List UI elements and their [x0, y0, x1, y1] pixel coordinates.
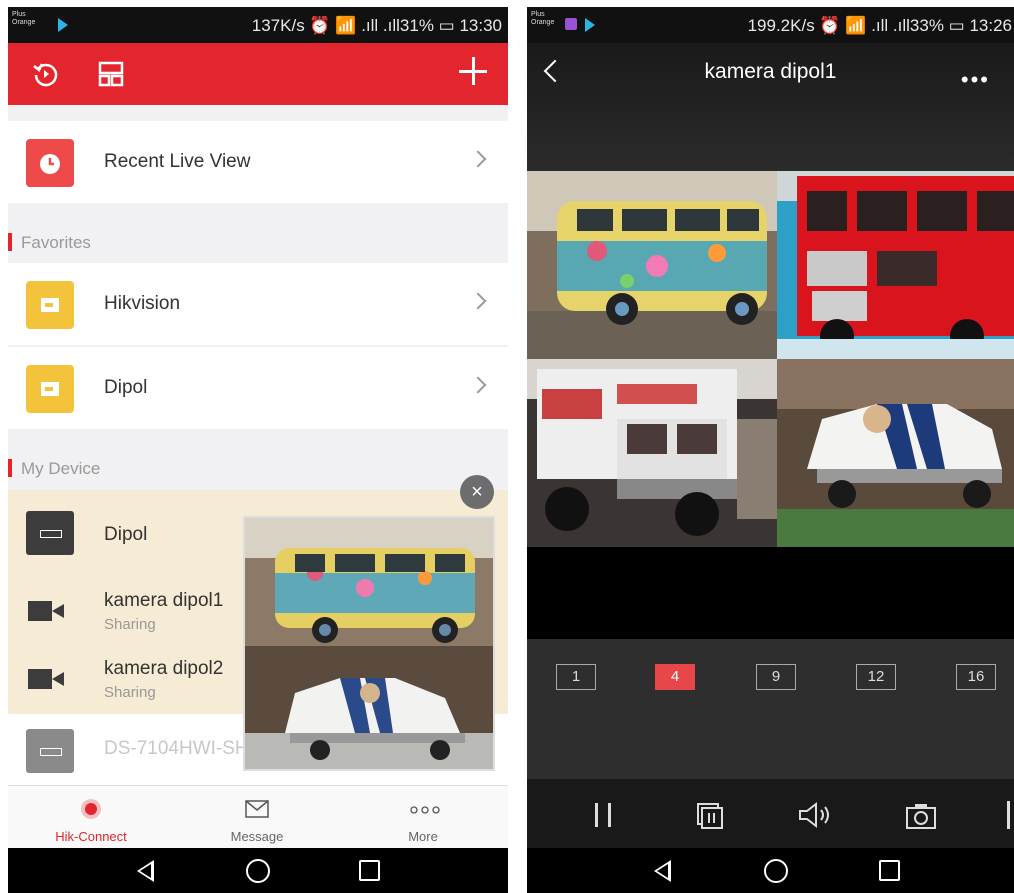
sound-icon[interactable] [797, 801, 833, 829]
video-grid [527, 171, 1014, 547]
carrier-line1: Plus [531, 11, 545, 18]
camera-feed-truck [527, 359, 777, 547]
window-split-bar: 1 4 9 12 16 [527, 639, 1014, 779]
playback-controls [527, 779, 1014, 848]
pause-icon[interactable] [592, 801, 616, 829]
app-notification-icon [565, 18, 577, 30]
live-preview-popup[interactable] [243, 516, 495, 771]
preview-video-image [245, 518, 493, 769]
folder-icon [26, 365, 74, 413]
left-phone: Plus Orange 137K/s ⏰ 📶 .ıll .ıll31% ▭ 13… [8, 7, 508, 893]
layout-icon[interactable] [97, 60, 125, 88]
nvr-icon [26, 729, 74, 773]
camera-icon [28, 669, 64, 689]
recent-live-view-row[interactable]: Recent Live View [8, 121, 508, 203]
status-bar: Plus Orange 199.2K/s ⏰ 📶 .ıll .ıll33% ▭ … [527, 7, 1014, 43]
tab-message[interactable]: Message [174, 786, 340, 849]
close-preview-button[interactable]: × [460, 475, 494, 509]
more-dots-icon [410, 806, 440, 814]
envelope-icon [245, 800, 269, 818]
carrier: Plus Orange [12, 11, 35, 27]
more-controls-edge[interactable] [1007, 801, 1010, 829]
device-name: kamera dipol2 [104, 658, 224, 679]
camera-feed-mustang [777, 359, 1014, 547]
section-marker [8, 233, 12, 251]
plus-icon[interactable] [458, 56, 488, 86]
back-icon[interactable] [135, 860, 154, 882]
device-name: Dipol [104, 524, 148, 545]
favorite-item-hikvision[interactable]: Hikvision [8, 263, 508, 345]
video-cell-3[interactable] [527, 359, 777, 547]
playback-icon[interactable] [32, 60, 60, 88]
recents-icon[interactable] [359, 860, 380, 881]
favorites-title: Favorites [21, 233, 91, 252]
favorite-label: Dipol [104, 377, 148, 398]
snapshot-icon[interactable] [904, 801, 938, 831]
video-cell-4[interactable] [777, 359, 1014, 547]
more-menu-icon[interactable]: ••• [961, 67, 990, 93]
split-1-button[interactable]: 1 [556, 664, 596, 690]
favorite-item-dipol[interactable]: Dipol [8, 347, 508, 429]
recents-icon[interactable] [879, 860, 900, 881]
status-bar: Plus Orange 137K/s ⏰ 📶 .ıll .ıll31% ▭ 13… [8, 7, 508, 43]
chevron-right-icon [469, 150, 487, 168]
camera-feed-van [527, 171, 777, 359]
split-16-button[interactable]: 16 [956, 664, 996, 690]
tab-label: Hik-Connect [55, 829, 127, 844]
chevron-right-icon [469, 376, 487, 394]
device-name: DS-7104HWI-SH [104, 738, 249, 759]
recent-live-view-label: Recent Live View [104, 151, 251, 172]
split-9-button[interactable]: 9 [756, 664, 796, 690]
home-icon[interactable] [764, 859, 788, 883]
status-info: 199.2K/s ⏰ 📶 .ıll .ıll33% ▭ 13:26 [747, 16, 1012, 35]
carrier-line2: Orange [531, 19, 555, 26]
device-status: Sharing [104, 616, 156, 633]
carrier-line1: Plus [12, 11, 26, 18]
chevron-right-icon [469, 292, 487, 310]
carrier-line2: Orange [12, 19, 36, 26]
nvr-icon [26, 511, 74, 555]
record-icon[interactable] [695, 801, 725, 831]
status-info: 137K/s ⏰ 📶 .ıll .ıll31% ▭ 13:30 [251, 16, 502, 35]
right-phone: Plus Orange 199.2K/s ⏰ 📶 .ıll .ıll33% ▭ … [527, 7, 1014, 893]
split-12-button[interactable]: 12 [856, 664, 896, 690]
device-name: kamera dipol1 [104, 590, 224, 611]
my-device-title: My Device [21, 459, 101, 478]
system-nav-bar [8, 848, 508, 893]
tab-hik-connect[interactable]: Hik-Connect [8, 786, 174, 849]
play-store-icon [585, 18, 595, 32]
play-store-icon [58, 18, 68, 32]
carrier: Plus Orange [531, 11, 554, 27]
folder-icon [26, 281, 74, 329]
tab-label: Message [230, 829, 284, 844]
clock-icon [26, 139, 74, 187]
tab-more[interactable]: More [340, 786, 506, 849]
video-cell-2[interactable] [777, 171, 1014, 359]
split-4-button[interactable]: 4 [655, 664, 695, 690]
device-status: Sharing [104, 684, 156, 701]
camera-feed-bus [777, 171, 1014, 359]
app-header [8, 43, 508, 105]
back-icon[interactable] [652, 860, 671, 882]
bottom-tab-bar: Hik-Connect Message More [8, 785, 508, 848]
camera-icon [28, 601, 64, 621]
section-marker [8, 459, 12, 477]
page-title: kamera dipol1 [704, 60, 837, 83]
home-icon[interactable] [246, 859, 270, 883]
favorite-label: Hikvision [104, 293, 181, 314]
hik-connect-icon [81, 799, 101, 819]
video-empty-area [527, 547, 1014, 639]
tab-label: More [408, 829, 438, 844]
system-nav-bar [527, 848, 1014, 893]
video-cell-1[interactable] [527, 171, 777, 359]
